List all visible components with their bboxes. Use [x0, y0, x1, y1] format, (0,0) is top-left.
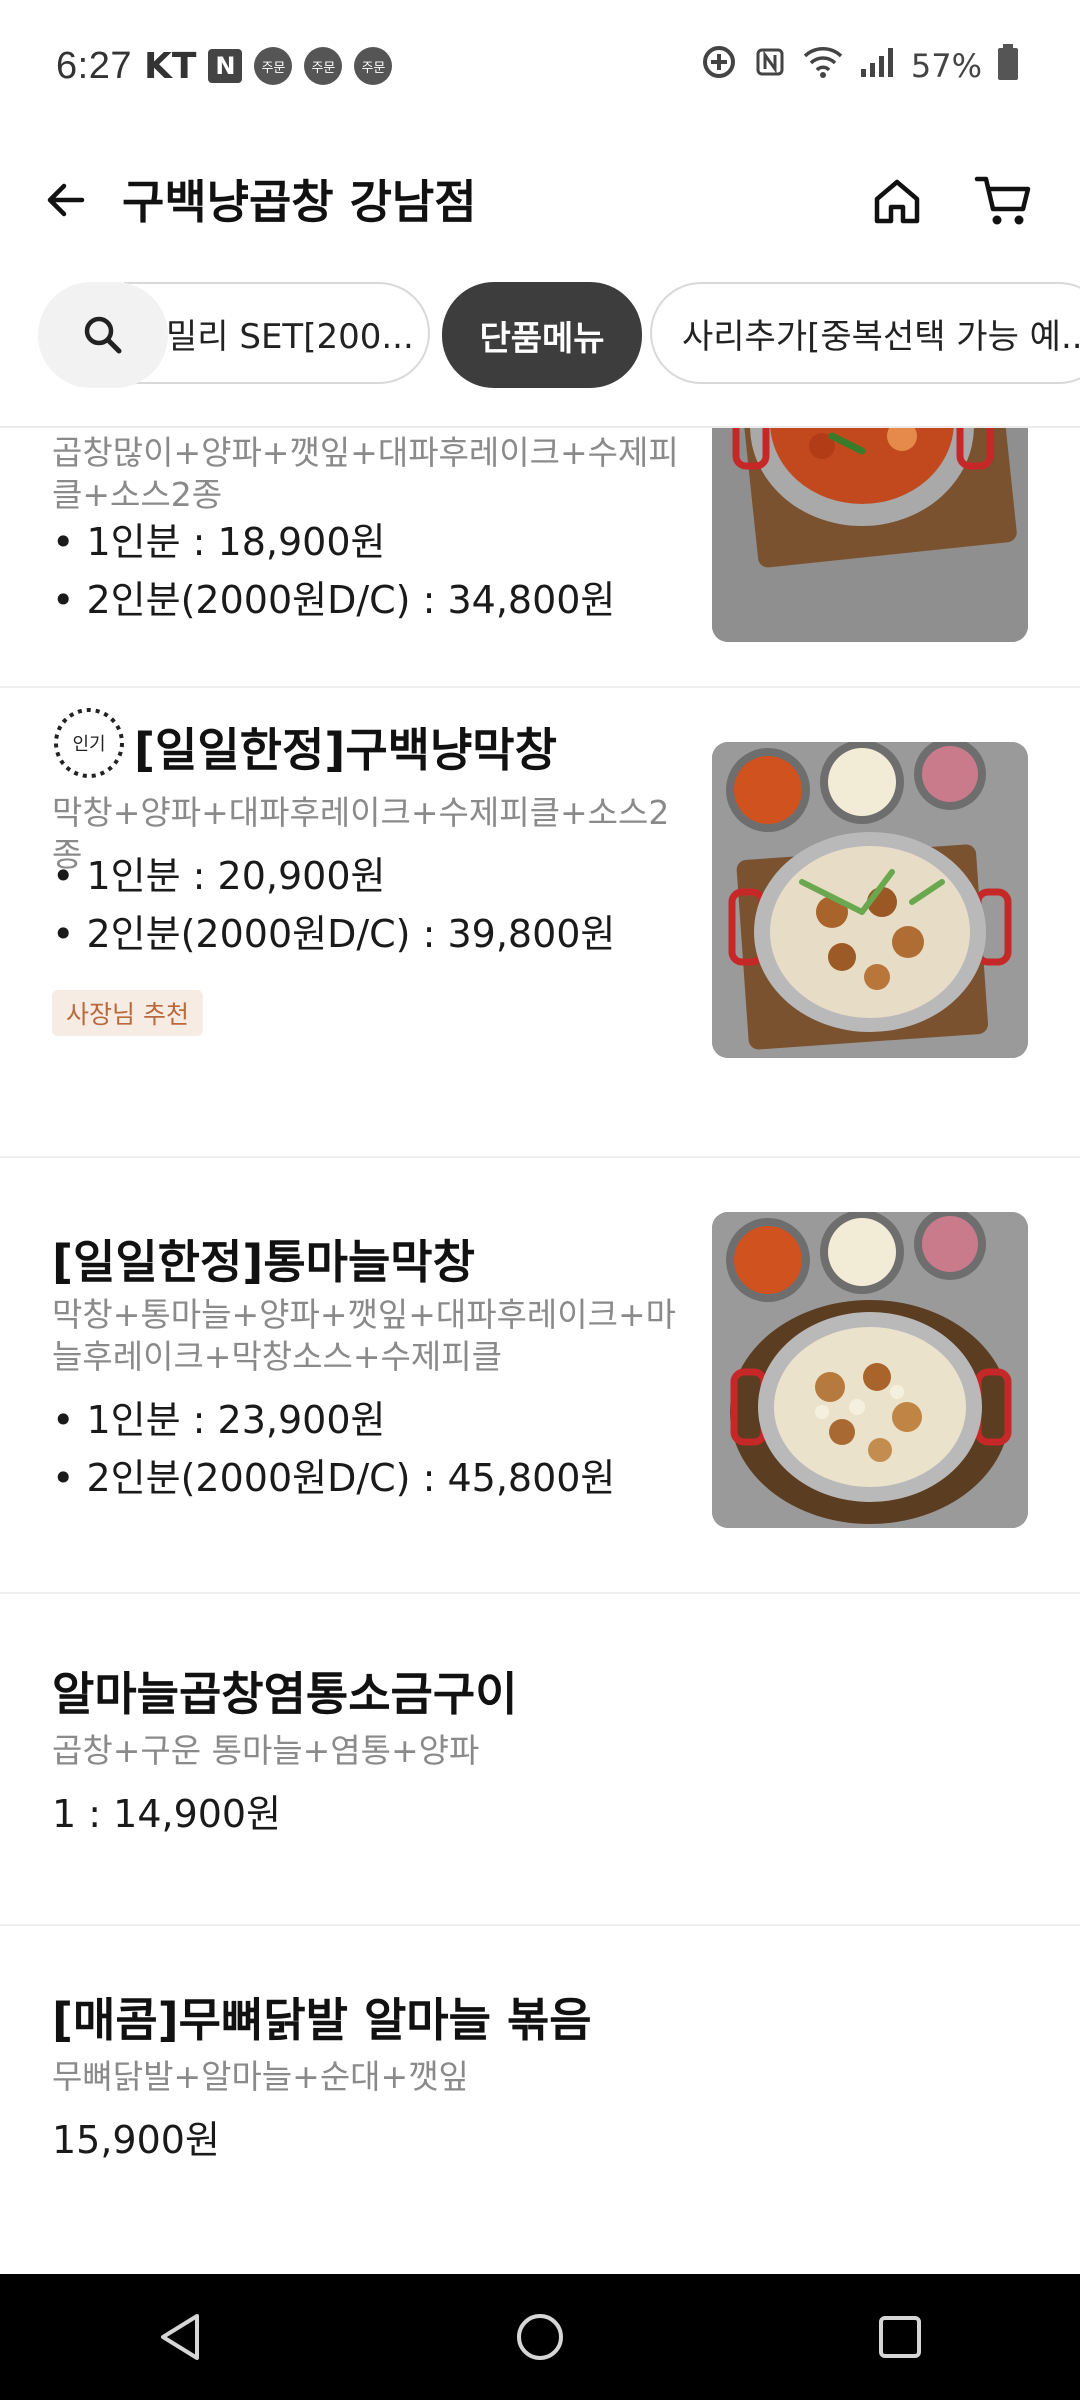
back-arrow-icon	[47, 183, 85, 217]
tab-single-menu[interactable]: 단품메뉴	[442, 282, 642, 388]
tab-family-set[interactable]: 밀리 SET[200...	[124, 282, 430, 384]
order-notification-icon: 주문	[304, 47, 343, 85]
item-price: 15,900원	[52, 2118, 220, 2162]
order-notification-icon: 주문	[254, 47, 293, 85]
item-price: • 1인분 : 23,900원	[52, 1398, 386, 1442]
status-carrier: KT	[143, 45, 197, 87]
search-icon	[84, 316, 122, 354]
status-time: 6:27	[56, 44, 132, 87]
item-description: 곱창+구운 통마늘+염통+양파	[52, 1731, 480, 1770]
nfc-icon	[753, 45, 787, 87]
item-description: 무뼈닭발+알마늘+순대+깻잎	[52, 2057, 469, 2096]
nav-back-button[interactable]	[120, 2292, 240, 2382]
order-notification-icon: 주문	[354, 47, 393, 85]
naver-icon: N	[208, 49, 243, 83]
cart-icon	[974, 176, 1031, 225]
menu-item[interactable]: [매콤]무뼈닭발 알마늘 볶음 무뼈닭발+알마늘+순대+깻잎 15,900원	[0, 1926, 1080, 2274]
square-recents-icon	[879, 2316, 921, 2358]
tab-label: 밀리 SET[200...	[166, 316, 414, 357]
page-title: 구백냥곱창 강남점	[122, 175, 477, 229]
nav-recents-button[interactable]	[840, 2292, 960, 2382]
battery-icon	[996, 43, 1020, 89]
food-photo	[712, 428, 1028, 642]
status-bar: 6:27 KT N 주문 주문 주문 57%	[0, 0, 1080, 132]
menu-item[interactable]: 알마늘곱창염통소금구이 곱창+구운 통마늘+염통+양파 1 : 14,900원	[0, 1594, 1080, 1926]
item-price: • 1인분 : 20,900원	[52, 854, 386, 898]
data-saver-icon	[699, 42, 739, 90]
status-left: 6:27 KT N 주문 주문 주문	[56, 40, 393, 92]
signal-icon	[859, 45, 897, 87]
category-tab-bar: 밀리 SET[200... 단품메뉴 사리추가[중복선택 가능 예...	[0, 282, 1080, 428]
item-description: 곱창많이+양파+깻잎+대파후레이크+수제피클+소스2종	[52, 433, 679, 514]
item-name: [일일한정]구백냥막창	[134, 723, 557, 777]
item-description: 막창+통마늘+양파+깻잎+대파후레이크+마늘후레이크+막창소스+수제피클	[52, 1295, 677, 1376]
item-price: • 2인분(2000원D/C) : 39,800원	[52, 912, 616, 956]
item-price: • 2인분(2000원D/C) : 45,800원	[52, 1456, 616, 1500]
owner-recommend-badge: 사장님 추천	[52, 990, 203, 1036]
cart-button[interactable]	[968, 166, 1038, 236]
menu-search-button[interactable]	[38, 282, 168, 388]
menu-list: 곱창많이+양파+깻잎+대파후레이크+수제피클+소스2종 • 1인분 : 18,9…	[0, 428, 1080, 2274]
tab-label: 단품메뉴	[479, 318, 605, 359]
tab-extra-sari[interactable]: 사리추가[중복선택 가능 예...	[650, 282, 1080, 384]
system-navigation-bar	[0, 2274, 1080, 2400]
food-photo	[712, 742, 1028, 1058]
item-price: • 2인분(2000원D/C) : 34,800원	[52, 578, 616, 622]
status-right: 57%	[699, 40, 1020, 92]
popular-badge-icon: 인기	[52, 706, 126, 780]
wifi-icon	[801, 44, 845, 88]
item-price: 1 : 14,900원	[52, 1792, 282, 1836]
food-photo	[712, 1212, 1028, 1528]
menu-item[interactable]: 곱창많이+양파+깻잎+대파후레이크+수제피클+소스2종 • 1인분 : 18,9…	[0, 428, 1080, 688]
item-name: [매콤]무뼈닭발 알마늘 볶음	[52, 1993, 592, 2047]
battery-percent: 57%	[910, 47, 982, 85]
menu-item[interactable]: [일일한정]통마늘막창 막창+통마늘+양파+깻잎+대파후레이크+마늘후레이크+막…	[0, 1158, 1080, 1594]
item-name: [일일한정]통마늘막창	[52, 1235, 475, 1289]
circle-home-icon	[517, 2314, 563, 2360]
item-name: 알마늘곱창염통소금구이	[52, 1667, 518, 1721]
home-icon	[874, 179, 920, 224]
back-button[interactable]	[36, 170, 96, 230]
app-header: 구백냥곱창 강남점	[0, 132, 1080, 282]
triangle-back-icon	[161, 2314, 199, 2360]
item-price: • 1인분 : 18,900원	[52, 520, 386, 564]
home-button[interactable]	[862, 166, 932, 236]
tab-label: 사리추가[중복선택 가능 예...	[682, 316, 1080, 357]
nav-home-button[interactable]	[480, 2292, 600, 2382]
popular-badge-label: 인기	[72, 734, 106, 755]
menu-item[interactable]: 인기 [일일한정]구백냥막창 막창+양파+대파후레이크+수제피클+소스2종 • …	[0, 688, 1080, 1158]
